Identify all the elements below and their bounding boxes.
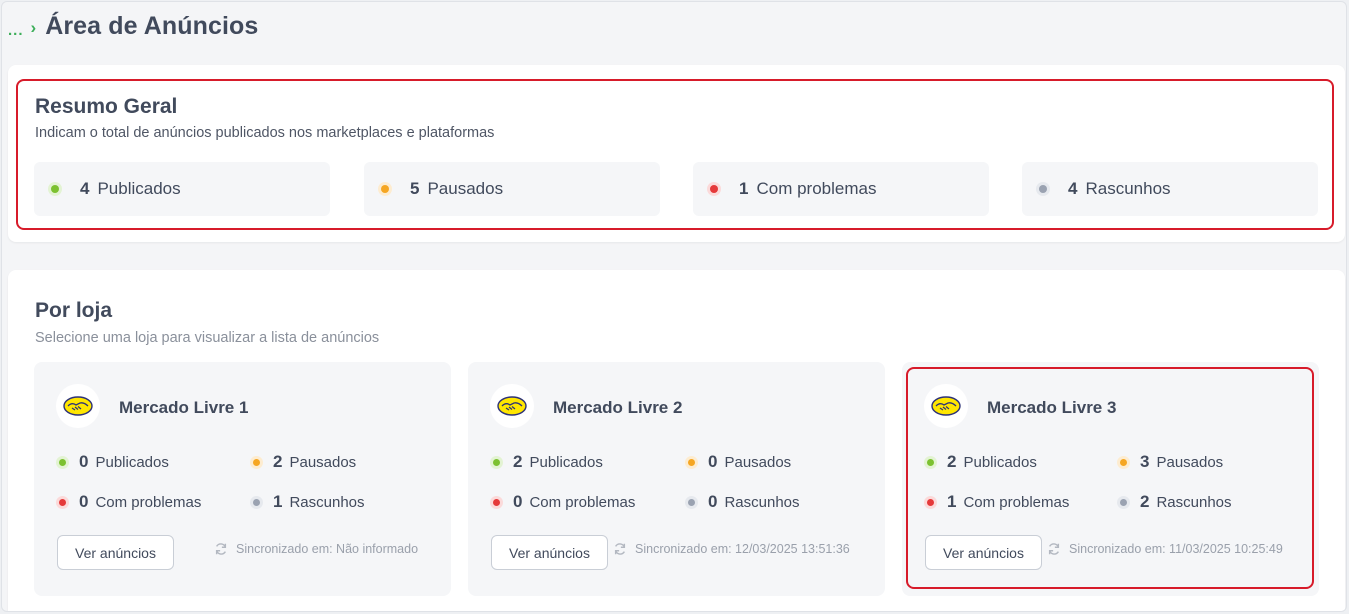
status-dot-icon: [1039, 185, 1047, 193]
stat-publicados: 4 Publicados: [34, 162, 330, 216]
stat-rascunhos: 4 Rascunhos: [1022, 162, 1318, 216]
store-stat-publicados: 2 Publicados: [493, 452, 603, 472]
stat-count: 2: [513, 452, 523, 471]
status-dot-icon: [493, 458, 500, 466]
sync-status: Sincronizado em: Não informado: [214, 542, 418, 556]
chevron-right-icon: ›: [30, 17, 37, 37]
highlight-box: [906, 367, 1314, 589]
store-name: Mercado Livre 2: [553, 398, 683, 417]
store-name: Mercado Livre 1: [119, 398, 249, 417]
stores-subtitle: Selecione uma loja para visualizar a lis…: [35, 330, 380, 346]
stores-card: Por loja Selecione uma loja para visuali…: [8, 270, 1345, 611]
stores-title: Por loja: [35, 299, 113, 322]
store-stat-com-problemas: 0 Com problemas: [59, 492, 201, 512]
stat-count: 1: [273, 492, 283, 511]
store-stat-pausados: 0 Pausados: [688, 452, 791, 472]
page-title: Área de Anúncios: [45, 12, 259, 40]
stat-label: Pausados: [289, 453, 357, 471]
store-stat-publicados: 0 Publicados: [59, 452, 169, 472]
stat-label: Pausados: [724, 453, 792, 471]
store-card-mercado-livre-1[interactable]: Mercado Livre 1 0 Publicados 2 Pausados …: [34, 362, 451, 596]
stat-label: Rascunhos: [289, 493, 365, 511]
stat-label: Com problemas: [756, 179, 877, 198]
status-dot-icon: [710, 185, 718, 193]
stat-label: Pausados: [427, 179, 504, 198]
summary-subtitle: Indicam o total de anúncios publicados n…: [35, 125, 495, 141]
stat-label: Com problemas: [529, 493, 636, 511]
stat-label: Publicados: [97, 179, 181, 198]
stat-count: 1: [739, 179, 749, 198]
store-stat-rascunhos: 0 Rascunhos: [688, 492, 800, 512]
stat-count: 2: [273, 452, 283, 471]
stat-count: 0: [79, 492, 89, 511]
breadcrumb: ... › Área de Anúncios: [8, 12, 258, 41]
stat-label: Com problemas: [95, 493, 202, 511]
stat-label: Publicados: [529, 453, 603, 471]
sync-text: Sincronizado em: 12/03/2025 13:51:36: [635, 542, 850, 556]
sync-icon: [614, 543, 626, 555]
mercado-livre-logo-icon: [56, 384, 100, 428]
breadcrumb-ellipsis[interactable]: ...: [8, 22, 24, 39]
store-card-mercado-livre-2[interactable]: Mercado Livre 2 2 Publicados 0 Pausados …: [468, 362, 885, 596]
status-dot-icon: [59, 498, 66, 506]
status-dot-icon: [493, 498, 500, 506]
stat-pausados: 5 Pausados: [364, 162, 660, 216]
sync-text: Sincronizado em: Não informado: [236, 542, 419, 556]
stat-label: Rascunhos: [1085, 179, 1171, 198]
stat-count: 0: [708, 452, 718, 471]
stat-com-problemas: 1 Com problemas: [693, 162, 989, 216]
store-stat-rascunhos: 1 Rascunhos: [253, 492, 365, 512]
stat-count: 4: [1068, 179, 1078, 198]
summary-title: Resumo Geral: [35, 95, 178, 118]
status-dot-icon: [253, 458, 260, 466]
summary-card: Resumo Geral Indicam o total de anúncios…: [8, 65, 1345, 242]
status-dot-icon: [688, 458, 695, 466]
store-stat-com-problemas: 0 Com problemas: [493, 492, 635, 512]
ver-anuncios-button[interactable]: Ver anúncios: [57, 535, 174, 570]
stat-count: 5: [410, 179, 420, 198]
stat-count: 0: [708, 492, 718, 511]
stat-count: 4: [80, 179, 90, 198]
page-frame: ... › Área de Anúncios Resumo Geral Indi…: [1, 1, 1347, 612]
status-dot-icon: [51, 185, 59, 193]
status-dot-icon: [253, 498, 260, 506]
status-dot-icon: [688, 498, 695, 506]
store-stat-pausados: 2 Pausados: [253, 452, 356, 472]
stat-label: Rascunhos: [724, 493, 800, 511]
stat-label: Publicados: [95, 453, 169, 471]
status-dot-icon: [381, 185, 389, 193]
sync-status: Sincronizado em: 12/03/2025 13:51:36: [613, 542, 850, 556]
stat-count: 0: [513, 492, 523, 511]
mercado-livre-logo-icon: [490, 384, 534, 428]
sync-icon: [215, 543, 227, 555]
status-dot-icon: [59, 458, 66, 466]
ver-anuncios-button[interactable]: Ver anúncios: [491, 535, 608, 570]
stat-count: 0: [79, 452, 89, 471]
